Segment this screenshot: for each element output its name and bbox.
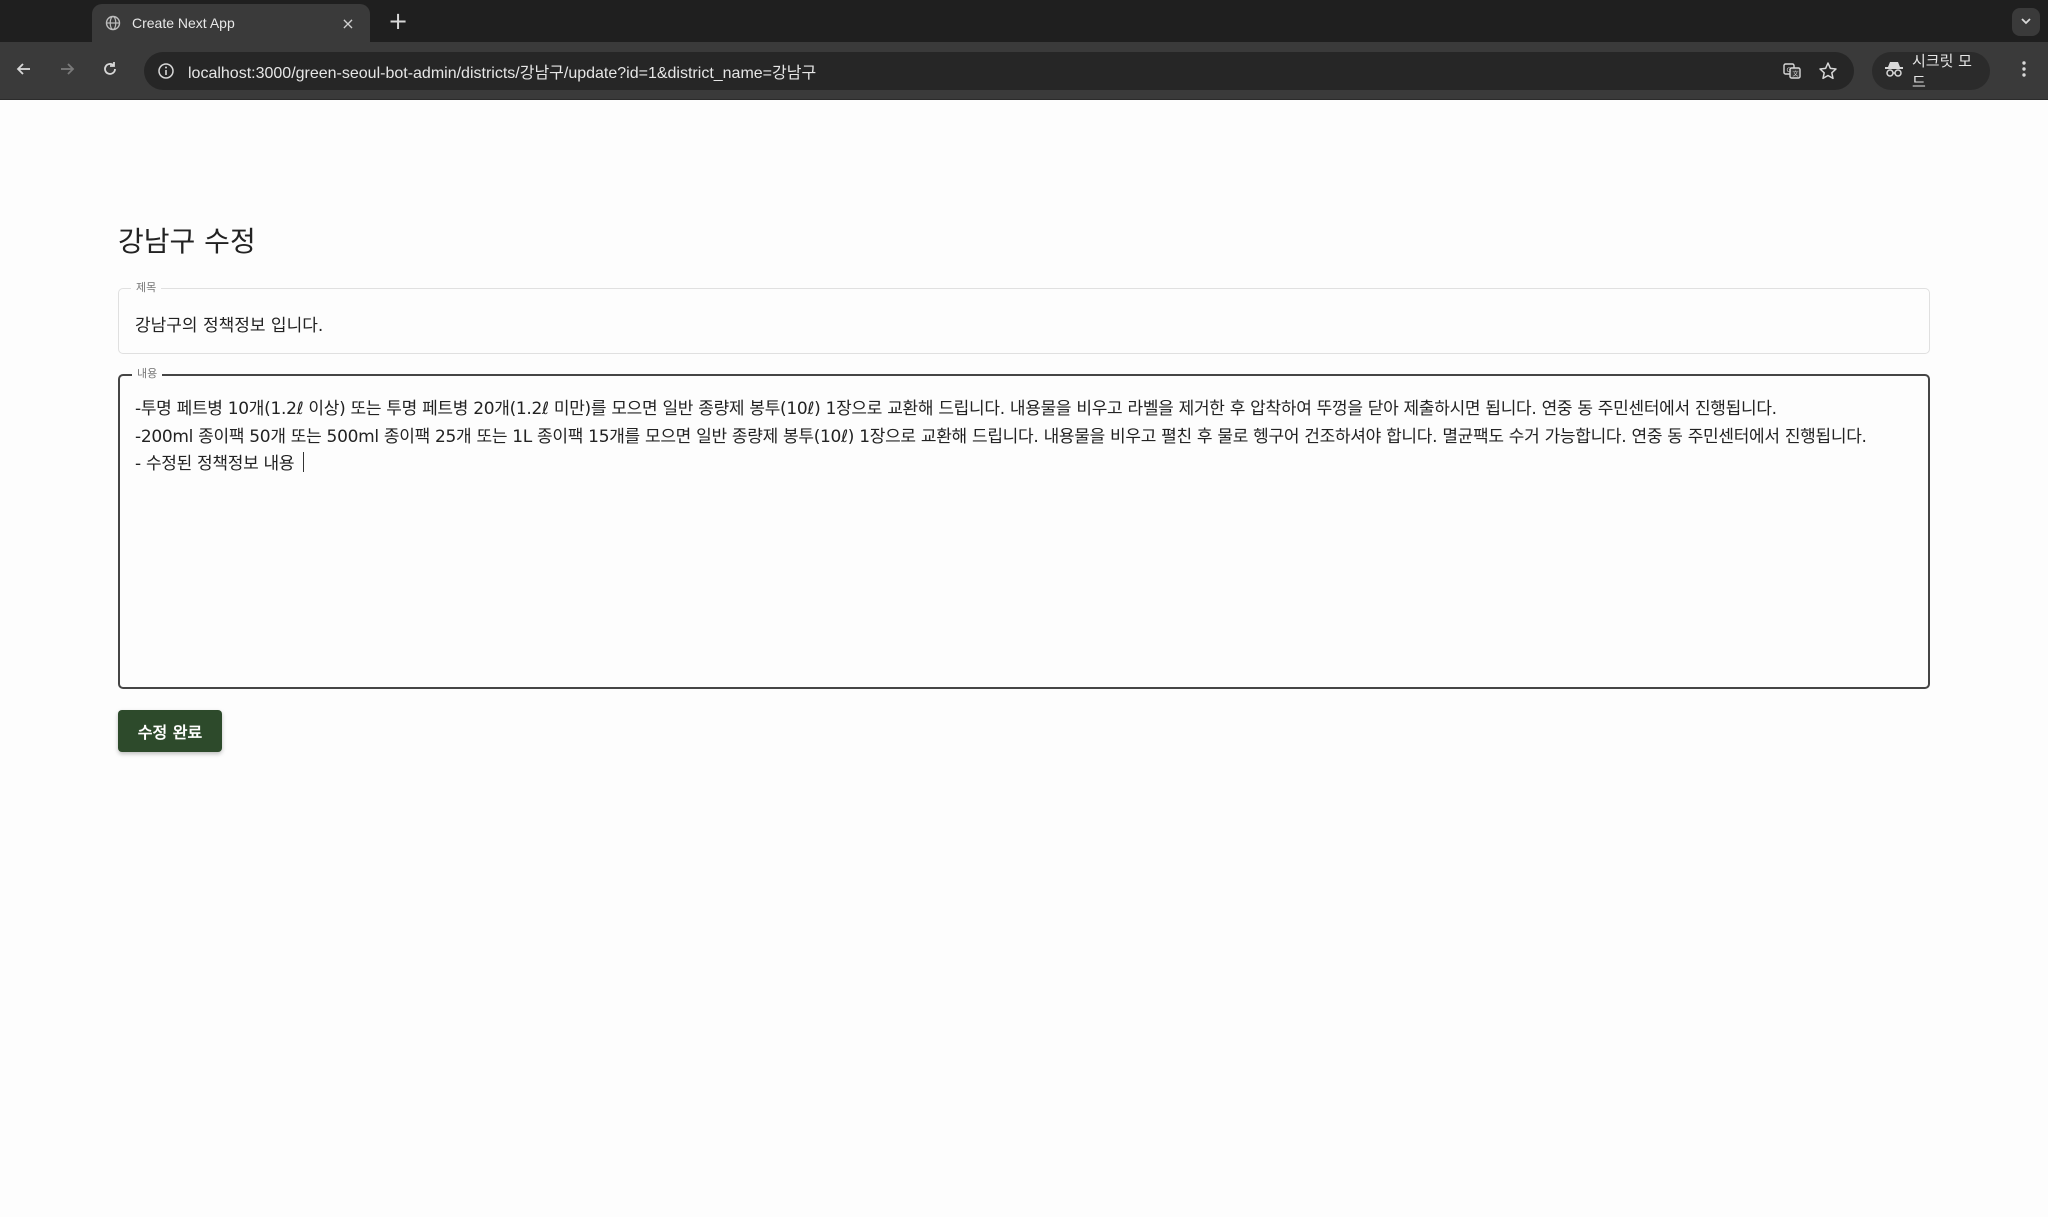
arrow-left-icon xyxy=(15,60,33,82)
reload-button[interactable] xyxy=(96,57,124,85)
title-input-value[interactable]: 강남구의 정책정보 입니다. xyxy=(135,311,323,336)
svg-text:文: 文 xyxy=(1793,70,1799,78)
title-input[interactable]: 제목 강남구의 정책정보 입니다. xyxy=(118,280,1930,354)
translate-icon[interactable]: G文 xyxy=(1778,57,1806,85)
text-caret xyxy=(303,452,305,472)
address-bar[interactable]: localhost:3000/green-seoul-bot-admin/dis… xyxy=(144,52,1854,90)
incognito-icon xyxy=(1884,60,1904,82)
tab-title: Create Next App xyxy=(132,15,235,31)
tab-close-icon[interactable]: × xyxy=(338,14,358,33)
browser-tab-bar: Create Next App × + xyxy=(0,0,2048,42)
bookmark-star-icon[interactable] xyxy=(1814,57,1842,85)
url-text[interactable]: localhost:3000/green-seoul-bot-admin/dis… xyxy=(188,59,1770,83)
globe-icon xyxy=(104,14,122,32)
incognito-label: 시크릿 모드 xyxy=(1912,52,1972,91)
submit-edit-button[interactable]: 수정 완료 xyxy=(118,710,222,752)
more-vertical-icon xyxy=(2021,60,2027,82)
title-input-label: 제목 xyxy=(131,280,162,296)
chevron-down-icon xyxy=(2019,13,2033,32)
forward-button[interactable] xyxy=(53,57,81,85)
content-text: -투명 페트병 10개(1.2ℓ 이상) 또는 투명 페트병 20개(1.2ℓ … xyxy=(135,399,1867,474)
reload-icon xyxy=(101,60,119,82)
browser-toolbar: localhost:3000/green-seoul-bot-admin/dis… xyxy=(0,42,2048,100)
content-textarea[interactable]: 내용 -투명 페트병 10개(1.2ℓ 이상) 또는 투명 페트병 20개(1.… xyxy=(118,366,1930,689)
browser-tab[interactable]: Create Next App × xyxy=(92,4,370,42)
page-title: 강남구 수정 xyxy=(118,225,256,258)
svg-text:G: G xyxy=(1787,67,1792,74)
back-button[interactable] xyxy=(10,57,38,85)
content-textarea-label: 내용 xyxy=(132,366,163,382)
browser-menu-button[interactable] xyxy=(2010,57,2038,85)
incognito-indicator[interactable]: 시크릿 모드 xyxy=(1872,52,1990,91)
new-tab-button[interactable]: + xyxy=(384,8,412,36)
arrow-right-icon xyxy=(58,60,76,82)
tab-search-button[interactable] xyxy=(2012,8,2040,36)
site-info-icon[interactable] xyxy=(156,61,176,81)
content-textarea-value[interactable]: -투명 페트병 10개(1.2ℓ 이상) 또는 투명 페트병 20개(1.2ℓ … xyxy=(135,396,1904,479)
